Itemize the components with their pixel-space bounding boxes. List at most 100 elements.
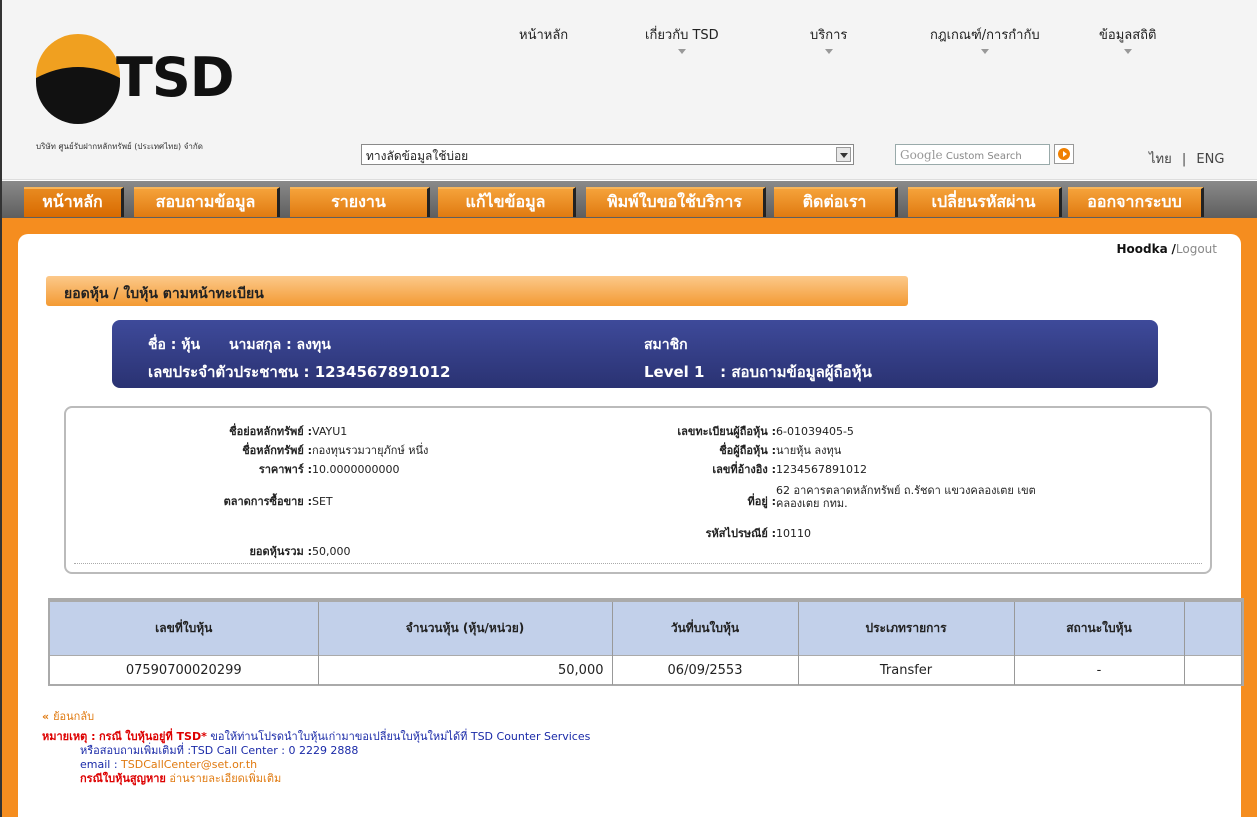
note-text: ขอให้ท่านโปรดนำใบหุ้นเก่ามาขอเปลี่ยนใบหุ…	[210, 730, 591, 743]
quicklinks-value: ทางลัดข้อมูลใช้บ่อย	[366, 149, 469, 163]
share-certificates-table: เลขที่ใบหุ้น จำนวนหุ้น (หุ้น/หน่วย) วันท…	[48, 598, 1244, 686]
address-line-2: คลองเตย กทม.	[776, 497, 848, 510]
citizen-id: เลขประจำตัวประชาชน : 1234567891012	[148, 363, 451, 381]
level-value: Level 1	[644, 363, 705, 381]
tab-edit-info[interactable]: แก้ไขข้อมูล	[438, 187, 576, 217]
search-placeholder: Custom Search	[945, 151, 1022, 162]
notes-section: «ย้อนกลับ หมายเหตุ : กรณี ใบหุ้นอยู่ที่ …	[42, 710, 590, 786]
col-header-date: วันที่บนใบหุ้น	[612, 600, 799, 655]
note-line-2: หรือสอบถามเพิ่มเติมที่ :TSD Call Center …	[80, 744, 359, 757]
detail-key: รหัสไปรษณีย์ :	[705, 527, 776, 540]
language-switcher: ไทย | ENG	[1149, 148, 1224, 169]
tab-change-password[interactable]: เปลี่ยนรหัสผ่าน	[908, 187, 1062, 217]
cell-cert-no: 07590700020299	[50, 654, 319, 685]
first-name: ชื่อ : หุ้น	[148, 337, 201, 353]
company-name: บริษัท ศูนย์รับฝากหลักทรัพย์ (ประเทศไทย)…	[36, 142, 203, 151]
detail-key: เลขที่อ้างอิง :	[712, 463, 776, 476]
chevron-down-icon	[980, 49, 989, 54]
read-more-link[interactable]: อ่านรายละเอียดเพิ่มเติม	[169, 772, 281, 785]
lang-separator: |	[1181, 152, 1187, 167]
detail-key: ยอดหุ้นรวม :	[249, 545, 312, 558]
email-label: email :	[80, 758, 118, 771]
table-header-row: เลขที่ใบหุ้น จำนวนหุ้น (หุ้น/หน่วย) วันท…	[50, 600, 1242, 655]
detail-key: ตลาดการซื้อขาย :	[223, 495, 312, 508]
note-email-line: email : TSDCallCenter@set.or.th	[80, 758, 590, 772]
back-link[interactable]: «ย้อนกลับ	[42, 710, 590, 724]
member-info-box: ชื่อ : หุ้น นามสกุล : ลงทุน เลขประจำตัวป…	[112, 320, 1158, 388]
topnav-label: ข้อมูลสถิติ	[1099, 28, 1157, 43]
tab-home[interactable]: หน้าหลัก	[24, 187, 124, 217]
detail-value: 6-01039405-5	[776, 425, 854, 438]
note-lost-line: กรณีใบหุ้นสูญหาย อ่านรายละเอียดเพิ่มเติม	[80, 772, 590, 786]
detail-key: ชื่อย่อหลักทรัพย์ :	[229, 425, 312, 438]
tab-print-form[interactable]: พิมพ์ใบขอใช้บริการ	[586, 187, 766, 217]
detail-value: 50,000	[312, 545, 351, 558]
detail-total-shares: ยอดหุ้นรวม :50,000	[112, 542, 351, 560]
detail-reference-no: เลขที่อ้างอิง :1234567891012	[596, 460, 867, 478]
note-tsd: ใบหุ้นอยู่ที่ TSD*	[125, 730, 207, 743]
email-link[interactable]: TSDCallCenter@set.or.th	[121, 758, 257, 771]
topnav-label: บริการ	[810, 28, 848, 43]
site-header: TSD บริษัท ศูนย์รับฝากหลักทรัพย์ (ประเทศ…	[2, 0, 1257, 180]
cell-date: 06/09/2553	[612, 654, 799, 685]
topnav-services[interactable]: บริการ	[810, 24, 847, 54]
detail-key: ชื่อหลักทรัพย์ :	[242, 444, 312, 457]
detail-symbol: ชื่อย่อหลักทรัพย์ :VAYU1	[112, 422, 347, 440]
member-level: Level 1 : สอบถามข้อมูลผู้ถือหุ้น	[644, 360, 872, 384]
table-row: 07590700020299 50,000 06/09/2553 Transfe…	[50, 654, 1242, 685]
topnav-label: หน้าหลัก	[519, 28, 569, 43]
detail-holder-reg-no: เลขทะเบียนผู้ถือหุ้น :6-01039405-5	[596, 422, 854, 440]
detail-value: SET	[312, 495, 333, 508]
note-label: หมายเหตุ :	[42, 730, 96, 743]
detail-key: ชื่อผู้ถือหุ้น :	[719, 444, 776, 457]
detail-market: ตลาดการซื้อขาย :SET	[112, 492, 333, 510]
col-header-status: สถานะใบหุ้น	[1014, 600, 1185, 655]
detail-value: VAYU1	[312, 425, 348, 438]
detail-key: ราคาพาร์ :	[258, 463, 312, 476]
topnav-regulations[interactable]: กฎเกณฑ์/การกำกับ	[930, 24, 1040, 54]
col-header-spacer	[1184, 600, 1242, 655]
topnav-about[interactable]: เกี่ยวกับ TSD	[645, 24, 719, 54]
topnav-statistics[interactable]: ข้อมูลสถิติ	[1099, 24, 1156, 54]
chevron-down-icon	[824, 49, 833, 54]
chevron-down-icon	[1123, 49, 1132, 54]
table: เลขที่ใบหุ้น จำนวนหุ้น (หุ้น/หน่วย) วันท…	[50, 600, 1242, 685]
detail-value: 1234567891012	[776, 463, 867, 476]
section-title: ยอดหุ้น / ใบหุ้น ตามหน้าทะเบียน	[46, 276, 908, 306]
search-go-button[interactable]	[1054, 144, 1074, 164]
member-name-line: ชื่อ : หุ้น นามสกุล : ลงทุน	[148, 334, 331, 356]
topnav-home[interactable]: หน้าหลัก	[519, 24, 568, 45]
note-line-1: หมายเหตุ : กรณี ใบหุ้นอยู่ที่ TSD* ขอให้…	[42, 730, 590, 744]
divider	[74, 563, 1202, 564]
tab-reports[interactable]: รายงาน	[290, 187, 430, 217]
tab-logout[interactable]: ออกจากระบบ	[1068, 187, 1204, 217]
search-input[interactable]: Google Custom Search	[895, 144, 1050, 165]
logo-text: TSD	[116, 46, 235, 109]
username: Hoodka	[1116, 242, 1168, 256]
lang-thai-link[interactable]: ไทย	[1149, 152, 1172, 167]
col-header-shares: จำนวนหุ้น (หุ้น/หน่วย)	[318, 600, 613, 655]
topnav-label: เกี่ยวกับ TSD	[645, 28, 719, 43]
detail-key: ที่อยู่ :	[747, 495, 776, 508]
cell-status: -	[1014, 654, 1185, 685]
quicklinks-select[interactable]: ทางลัดข้อมูลใช้บ่อย	[361, 144, 854, 165]
logout-link[interactable]: Logout	[1176, 242, 1217, 256]
detail-address: ที่อยู่ :62 อาคารตลาดหลักทรัพย์ ถ.รัชดา …	[596, 484, 1036, 510]
back-label: ย้อนกลับ	[53, 710, 95, 723]
detail-postcode: รหัสไปรษณีย์ :10110	[596, 524, 811, 542]
detail-key: เลขทะเบียนผู้ถือหุ้น :	[677, 425, 776, 438]
dropdown-arrow-icon[interactable]	[836, 147, 851, 162]
col-header-cert-no: เลขที่ใบหุ้น	[50, 600, 319, 655]
note-case: กรณี	[99, 730, 122, 743]
level-description: : สอบถามข้อมูลผู้ถือหุ้น	[720, 363, 872, 381]
detail-value: 10.0000000000	[312, 463, 400, 476]
detail-value: 62 อาคารตลาดหลักทรัพย์ ถ.รัชดา แขวงคลองเ…	[776, 484, 1036, 510]
tab-inquiry[interactable]: สอบถามข้อมูล	[134, 187, 280, 217]
double-chevron-left-icon: «	[42, 710, 50, 723]
google-brand: Google	[900, 148, 943, 162]
chevron-down-icon	[677, 49, 686, 54]
lang-english-link[interactable]: ENG	[1196, 152, 1224, 167]
tab-contact[interactable]: ติดต่อเรา	[774, 187, 898, 217]
detail-holder-name: ชื่อผู้ถือหุ้น :นายหุ้น ลงทุน	[596, 441, 841, 459]
detail-value: กองทุนรวมวายุภักษ์ หนึ่ง	[312, 444, 429, 457]
